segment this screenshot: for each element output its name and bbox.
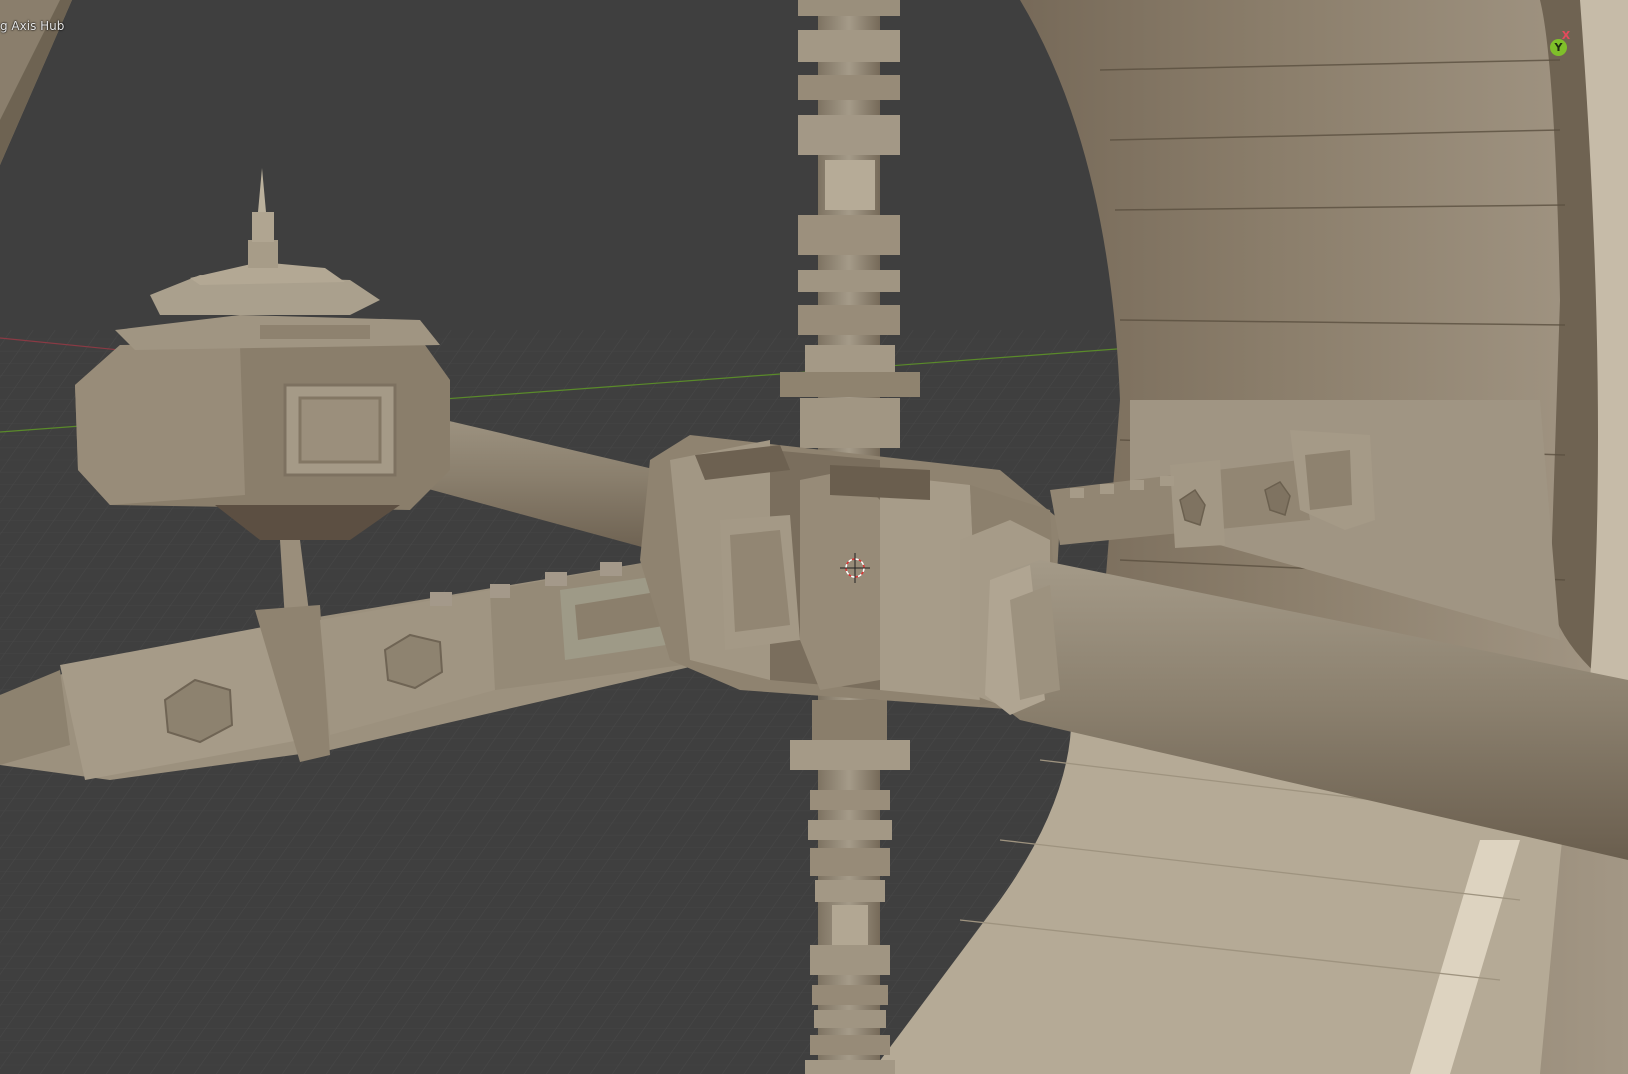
object-name-label: g Axis Hub <box>0 19 65 33</box>
viewport-scene[interactable] <box>0 0 1628 1074</box>
navigation-gizmo[interactable]: X Y <box>1546 30 1576 60</box>
3d-viewport[interactable]: g Axis Hub X Y <box>0 0 1628 1074</box>
gizmo-y-axis[interactable]: Y <box>1550 39 1567 56</box>
